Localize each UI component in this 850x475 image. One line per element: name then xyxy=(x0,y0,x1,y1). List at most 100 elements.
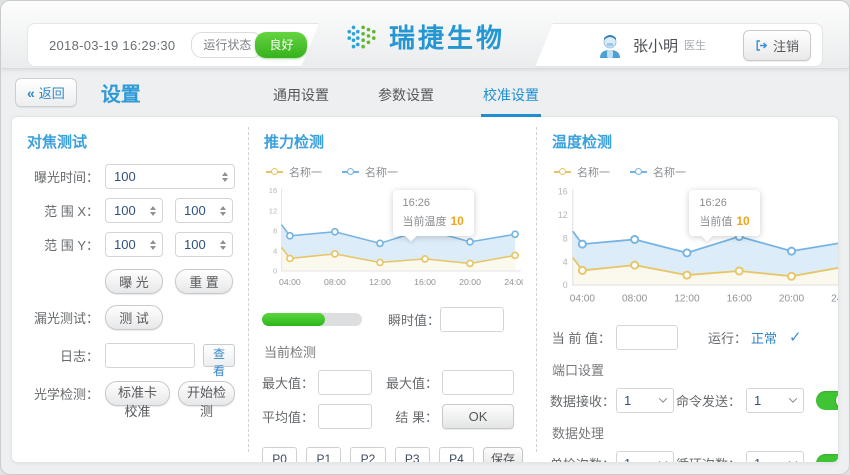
run-status-normal: 正常 xyxy=(751,328,777,347)
single-check-count-label: 单检次数： xyxy=(550,454,616,463)
thrust-chart-tooltip: 16:26 当前温度10 xyxy=(393,190,474,236)
status-good-badge: 良好 xyxy=(255,32,307,58)
stepper-arrows-icon[interactable] xyxy=(220,206,226,216)
preset-p3-button[interactable]: P3 xyxy=(395,447,430,463)
range-y1-input[interactable] xyxy=(114,237,146,252)
log-input[interactable] xyxy=(105,343,195,368)
instant-value-label: 瞬时值： xyxy=(384,310,440,329)
data-receive-label: 数据接收： xyxy=(550,391,616,410)
save-button[interactable]: 保存 xyxy=(483,447,523,463)
average-value-label: 平均值： xyxy=(262,407,318,426)
stepper-arrows-icon[interactable] xyxy=(150,240,156,250)
leak-test-label: 漏光测试： xyxy=(25,308,105,327)
status-panel: 2018-03-19 16:29:30 运行状态 良好 xyxy=(27,23,319,67)
tooltip-label: 当前值 xyxy=(699,216,732,228)
svg-text:04:00: 04:00 xyxy=(570,293,596,304)
stepper-arrows-icon[interactable] xyxy=(220,240,226,250)
loop-count-select[interactable]: 1 xyxy=(746,451,804,463)
data-processing-toggle[interactable] xyxy=(816,454,839,463)
instant-value-input[interactable] xyxy=(440,307,504,332)
view-log-button[interactable]: 查看 xyxy=(203,344,235,367)
svg-text:12: 12 xyxy=(558,210,568,220)
range-x1-stepper[interactable] xyxy=(105,198,163,223)
run-status-group: 运行： 正常 ✓ xyxy=(708,328,802,347)
result-label: 结 果： xyxy=(386,407,442,426)
doctor-avatar xyxy=(597,31,623,59)
svg-text:24:00: 24:00 xyxy=(831,293,839,304)
single-check-count-select[interactable]: 1 xyxy=(616,451,674,463)
svg-text:16: 16 xyxy=(269,186,277,195)
back-button[interactable]: « 返回 xyxy=(15,78,77,107)
sub-nav: « 返回 设置 通用设置 参数设置 校准设置 xyxy=(1,69,849,116)
range-x2-stepper[interactable] xyxy=(175,198,233,223)
thrust-detection-panel: 推力检测 名称一 名称一 048121604:0008:0012:0016:00… xyxy=(249,117,536,462)
page-title: 设置 xyxy=(101,78,141,107)
user-panel: 张小明 医生 注销 xyxy=(535,23,823,67)
range-x1-input[interactable] xyxy=(114,203,146,218)
range-y2-input[interactable] xyxy=(184,237,216,252)
run-label: 运行： xyxy=(708,328,747,347)
test-button[interactable]: 测 试 xyxy=(105,305,163,330)
preset-p4-button[interactable]: P4 xyxy=(439,447,474,463)
svg-text:16:00: 16:00 xyxy=(414,277,436,287)
exposure-button[interactable]: 曝 光 xyxy=(105,269,163,294)
temperature-chart-legend: 名称一 名称一 xyxy=(554,164,839,180)
tooltip-time: 16:26 xyxy=(699,195,749,212)
tooltip-label: 当前温度 xyxy=(403,216,447,228)
preset-p2-button[interactable]: P2 xyxy=(350,447,385,463)
back-label: 返回 xyxy=(39,83,65,102)
tooltip-value: 10 xyxy=(736,214,749,228)
current-value-input[interactable] xyxy=(616,325,678,350)
preset-p1-button[interactable]: P1 xyxy=(306,447,341,463)
top-bar: 2018-03-19 16:29:30 运行状态 良好 瑞捷生物 xyxy=(1,1,849,69)
svg-text:8: 8 xyxy=(273,226,277,235)
svg-text:08:00: 08:00 xyxy=(622,293,648,304)
svg-text:12: 12 xyxy=(269,206,277,215)
port-settings-label: 端口设置 xyxy=(552,360,839,379)
exposure-time-stepper[interactable] xyxy=(105,164,235,189)
command-send-select[interactable]: 1 xyxy=(746,388,804,413)
range-x-label: 范 围 X： xyxy=(25,201,105,220)
legend-item-yellow: 名称一 xyxy=(266,164,322,180)
optical-detect-label: 光学检测： xyxy=(25,384,105,403)
logout-button[interactable]: 注销 xyxy=(743,30,811,61)
user-name: 张小明 xyxy=(633,35,678,56)
thrust-chart[interactable]: 048121604:0008:0012:0016:0020:0024:00 16… xyxy=(262,184,523,295)
start-detection-button[interactable]: 开始检测 xyxy=(178,381,235,406)
run-status-label: 运行状态 xyxy=(191,32,263,58)
thrust-chart-legend: 名称一 名称一 xyxy=(266,164,523,180)
thrust-detection-title: 推力检测 xyxy=(264,131,523,152)
range-x2-input[interactable] xyxy=(184,203,216,218)
legend-item-blue: 名称一 xyxy=(630,164,686,180)
progress-bar xyxy=(262,313,362,326)
reset-button[interactable]: 重 置 xyxy=(175,269,233,294)
blue-series-marker-icon xyxy=(342,171,359,173)
legend-item-yellow: 名称一 xyxy=(554,164,610,180)
tooltip-time: 16:26 xyxy=(403,195,464,212)
average-value-input[interactable] xyxy=(318,404,372,429)
user-role: 医生 xyxy=(684,37,706,53)
exposure-time-input[interactable] xyxy=(114,169,218,184)
stepper-arrows-icon[interactable] xyxy=(222,172,228,182)
temperature-chart[interactable]: 048121604:0008:0012:0016:0020:0024:00 16… xyxy=(550,184,839,313)
brand-title: 瑞捷生物 xyxy=(389,18,505,55)
port-toggle[interactable] xyxy=(816,391,839,410)
range-y2-stepper[interactable] xyxy=(175,232,233,257)
tab-general-settings[interactable]: 通用设置 xyxy=(271,82,331,117)
max-value-input-1[interactable] xyxy=(318,370,372,395)
svg-text:04:00: 04:00 xyxy=(279,277,301,287)
blue-series-marker-icon xyxy=(630,171,647,173)
temperature-detection-panel: 温度检测 名称一 名称一 048121604:0008:0012:0016:00… xyxy=(537,117,839,462)
range-y1-stepper[interactable] xyxy=(105,232,163,257)
tab-parameter-settings[interactable]: 参数设置 xyxy=(376,82,436,117)
ok-button[interactable]: OK xyxy=(442,404,514,429)
max-value-label-1: 最大值： xyxy=(262,373,318,392)
preset-p0-button[interactable]: P0 xyxy=(262,447,297,463)
tab-calibration-settings[interactable]: 校准设置 xyxy=(481,82,541,117)
max-value-input-2[interactable] xyxy=(442,370,514,395)
loop-count-label: 循环次数： xyxy=(674,454,746,463)
data-receive-select[interactable]: 1 xyxy=(616,388,674,413)
focus-test-title: 对焦测试 xyxy=(27,131,235,152)
standard-card-calibration-button[interactable]: 标准卡校准 xyxy=(105,381,170,406)
stepper-arrows-icon[interactable] xyxy=(150,206,156,216)
